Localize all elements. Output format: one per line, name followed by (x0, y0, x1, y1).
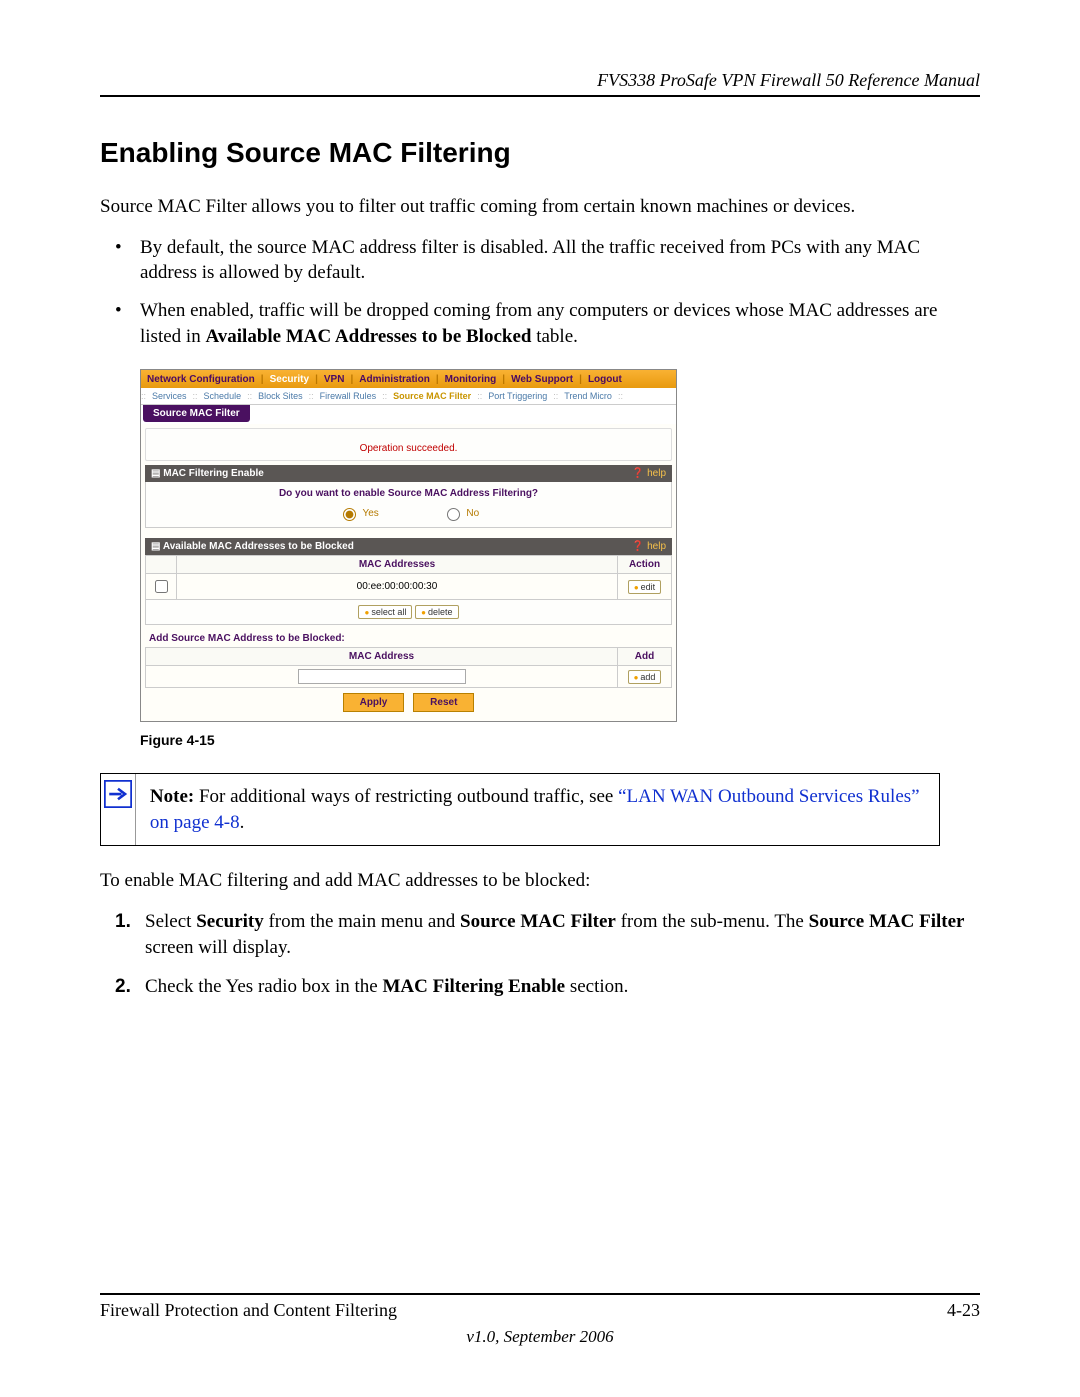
mac-cell: 00:ee:00:00:00:30 (177, 574, 618, 600)
section-intro: Source MAC Filter allows you to filter o… (100, 194, 980, 220)
apply-button[interactable]: Apply (343, 693, 405, 712)
col-action: Action (618, 556, 672, 574)
mac-table: MAC Addresses Action 00:ee:00:00:00:30 e… (145, 555, 672, 600)
submenu-item-source-mac-filter[interactable]: Source MAC Filter (387, 391, 477, 401)
col-mac-address: MAC Address (146, 648, 618, 666)
help-link[interactable]: ❓ help (632, 541, 666, 552)
submenu-item-schedule[interactable]: Schedule (198, 391, 248, 401)
menu-item-monitoring[interactable]: Monitoring (439, 374, 503, 385)
radio-yes[interactable]: Yes (338, 508, 379, 519)
footer-page: 4-23 (947, 1300, 980, 1321)
footer-version: v1.0, September 2006 (100, 1327, 980, 1347)
radio-no[interactable]: No (442, 508, 480, 519)
menu-item-web-support[interactable]: Web Support (505, 374, 579, 385)
screenshot: Network Configuration|Security|VPN|Admin… (140, 369, 677, 722)
row-checkbox[interactable] (155, 580, 168, 593)
menu-item-network-configuration[interactable]: Network Configuration (141, 374, 261, 385)
sub-menu: ::Services::Schedule::Block Sites::Firew… (141, 388, 676, 405)
menu-item-administration[interactable]: Administration (353, 374, 436, 385)
submenu-item-trend-micro[interactable]: Trend Micro (558, 391, 618, 401)
delete-button[interactable]: delete (415, 605, 458, 619)
bullet-item: By default, the source MAC address filte… (115, 235, 980, 286)
reset-button[interactable]: Reset (413, 693, 474, 712)
note-text: Note: For additional ways of restricting… (136, 774, 939, 845)
bullet-item: When enabled, traffic will be dropped co… (115, 298, 980, 349)
bullet-list: By default, the source MAC address filte… (115, 235, 980, 350)
steps-list: Select Security from the main menu and S… (115, 909, 980, 1000)
select-all-button[interactable]: select all (358, 605, 412, 619)
col-add: Add (618, 648, 672, 666)
step-item: Select Security from the main menu and S… (115, 909, 980, 960)
panel-title: ▤ MAC Filtering Enable (151, 468, 264, 479)
edit-button[interactable]: edit (628, 580, 661, 594)
menu-item-vpn[interactable]: VPN (318, 374, 351, 385)
add-mac-table: MAC Address Add add (145, 647, 672, 688)
mac-input[interactable] (298, 669, 466, 684)
menu-item-security[interactable]: Security (264, 374, 315, 385)
submenu-item-services[interactable]: Services (146, 391, 193, 401)
header-manual-title: FVS338 ProSafe VPN Firewall 50 Reference… (100, 70, 980, 97)
figure-label: Figure 4-15 (140, 732, 980, 748)
active-tab[interactable]: Source MAC Filter (143, 405, 250, 422)
section-title: Enabling Source MAC Filtering (100, 137, 980, 169)
steps-intro: To enable MAC filtering and add MAC addr… (100, 868, 980, 894)
submenu-item-block-sites[interactable]: Block Sites (252, 391, 309, 401)
arrow-icon (101, 774, 136, 845)
step-item: Check the Yes radio box in the MAC Filte… (115, 974, 980, 1000)
status-message: Operation succeeded. (145, 428, 672, 461)
table-row: 00:ee:00:00:00:30 edit (146, 574, 672, 600)
add-mac-heading: Add Source MAC Address to be Blocked: (145, 625, 672, 647)
panel-head-available-mac: ▤ Available MAC Addresses to be Blocked … (145, 538, 672, 555)
help-link[interactable]: ❓ help (632, 468, 666, 479)
enable-question: Do you want to enable Source MAC Address… (152, 488, 665, 499)
main-menu: Network Configuration|Security|VPN|Admin… (141, 370, 676, 388)
note-box: Note: For additional ways of restricting… (100, 773, 940, 846)
panel-title: ▤ Available MAC Addresses to be Blocked (151, 541, 354, 552)
submenu-item-firewall-rules[interactable]: Firewall Rules (314, 391, 383, 401)
footer-chapter: Firewall Protection and Content Filterin… (100, 1300, 397, 1321)
menu-item-logout[interactable]: Logout (582, 374, 628, 385)
panel-head-mac-enable: ▤ MAC Filtering Enable ❓ help (145, 465, 672, 482)
add-button[interactable]: add (628, 670, 662, 684)
submenu-item-port-triggering[interactable]: Port Triggering (482, 391, 553, 401)
col-mac: MAC Addresses (177, 556, 618, 574)
